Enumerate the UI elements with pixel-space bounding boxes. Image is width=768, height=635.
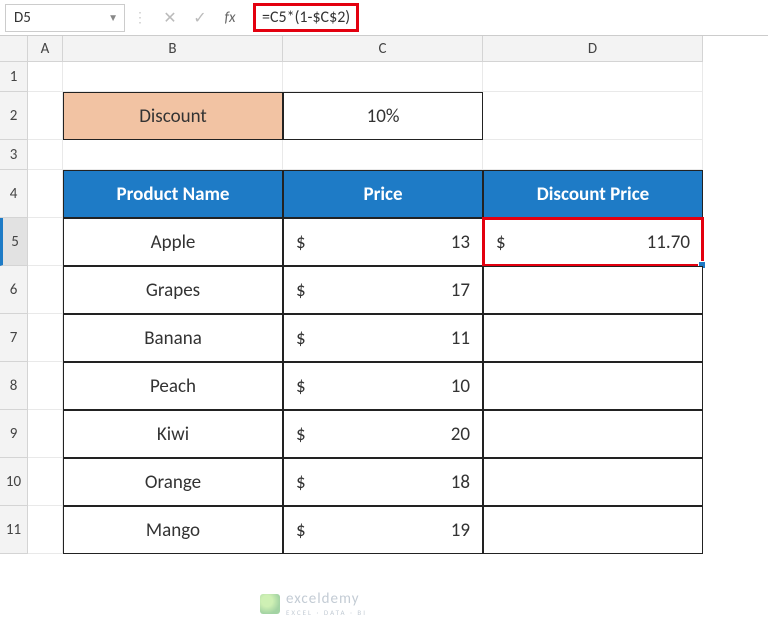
- cell-b3[interactable]: [63, 140, 283, 170]
- cell-d8[interactable]: [483, 362, 703, 410]
- watermark-tagline: EXCEL · DATA · BI: [286, 608, 367, 617]
- header-price[interactable]: Price: [283, 170, 483, 218]
- name-box[interactable]: D5 ▼: [5, 4, 125, 32]
- row-header-3[interactable]: 3: [0, 140, 28, 170]
- cell-d2[interactable]: [483, 92, 703, 140]
- product-row-3[interactable]: Banana: [63, 314, 283, 362]
- enter-icon[interactable]: ✓: [185, 8, 215, 28]
- price-row-4[interactable]: $ 10: [283, 362, 483, 410]
- cell-a1[interactable]: [28, 62, 63, 92]
- row-header-10[interactable]: 10: [0, 458, 28, 506]
- price-value: 20: [451, 423, 470, 446]
- cell-a9[interactable]: [28, 410, 63, 458]
- price-row-6[interactable]: $ 18: [283, 458, 483, 506]
- cell-b1[interactable]: [63, 62, 283, 92]
- spreadsheet-grid[interactable]: A B C D 1 2 Discount 10% 3 4 Product Nam…: [0, 36, 768, 554]
- separator: ⋮: [125, 9, 155, 26]
- product-row-4[interactable]: Peach: [63, 362, 283, 410]
- select-all-corner[interactable]: [0, 36, 28, 62]
- watermark-logo-icon: [260, 594, 280, 614]
- cell-d1[interactable]: [483, 62, 703, 92]
- cell-a3[interactable]: [28, 140, 63, 170]
- row-header-7[interactable]: 7: [0, 314, 28, 362]
- dropdown-icon[interactable]: ▼: [108, 11, 118, 24]
- col-header-a[interactable]: A: [28, 36, 63, 62]
- col-header-c[interactable]: C: [283, 36, 483, 62]
- row-header-1[interactable]: 1: [0, 62, 28, 92]
- fx-icon[interactable]: fx: [215, 9, 245, 27]
- formula-input[interactable]: =C5*(1-$C$2): [245, 4, 763, 32]
- cell-a4[interactable]: [28, 170, 63, 218]
- watermark-name: exceldemy: [286, 590, 367, 608]
- currency-symbol: $: [296, 519, 306, 542]
- cell-d10[interactable]: [483, 458, 703, 506]
- price-row-5[interactable]: $ 20: [283, 410, 483, 458]
- price-value: 13: [451, 231, 470, 254]
- product-row-2[interactable]: Grapes: [63, 266, 283, 314]
- formula-bar: D5 ▼ ⋮ ✕ ✓ fx =C5*(1-$C$2): [0, 0, 768, 36]
- row-header-5[interactable]: 5: [0, 218, 28, 266]
- currency-symbol: $: [296, 423, 306, 446]
- name-box-value: D5: [14, 9, 31, 27]
- row-header-11[interactable]: 11: [0, 506, 28, 554]
- cell-d3[interactable]: [483, 140, 703, 170]
- price-row-1[interactable]: $ 13: [283, 218, 483, 266]
- price-value: 10: [451, 375, 470, 398]
- currency-symbol: $: [296, 279, 306, 302]
- price-row-7[interactable]: $ 19: [283, 506, 483, 554]
- cell-d9[interactable]: [483, 410, 703, 458]
- cell-c1[interactable]: [283, 62, 483, 92]
- cell-a2[interactable]: [28, 92, 63, 140]
- watermark: exceldemy EXCEL · DATA · BI: [260, 590, 367, 617]
- discount-price-value: 11.70: [647, 231, 690, 254]
- cell-a11[interactable]: [28, 506, 63, 554]
- discount-label[interactable]: Discount: [63, 92, 283, 140]
- cell-a6[interactable]: [28, 266, 63, 314]
- row-header-2[interactable]: 2: [0, 92, 28, 140]
- currency-symbol: $: [296, 327, 306, 350]
- currency-symbol: $: [296, 375, 306, 398]
- product-row-6[interactable]: Orange: [63, 458, 283, 506]
- currency-symbol: $: [296, 471, 306, 494]
- col-header-b[interactable]: B: [63, 36, 283, 62]
- product-row-5[interactable]: Kiwi: [63, 410, 283, 458]
- cell-d11[interactable]: [483, 506, 703, 554]
- row-header-8[interactable]: 8: [0, 362, 28, 410]
- cell-a10[interactable]: [28, 458, 63, 506]
- cancel-icon[interactable]: ✕: [155, 8, 185, 28]
- cell-a7[interactable]: [28, 314, 63, 362]
- cell-a5[interactable]: [28, 218, 63, 266]
- price-value: 19: [451, 519, 470, 542]
- product-row-1[interactable]: Apple: [63, 218, 283, 266]
- discount-label-text: Discount: [139, 105, 207, 128]
- price-value: 18: [451, 471, 470, 494]
- discount-value-cell[interactable]: 10%: [283, 92, 483, 140]
- price-row-2[interactable]: $ 17: [283, 266, 483, 314]
- currency-symbol: $: [296, 231, 306, 254]
- cell-a8[interactable]: [28, 362, 63, 410]
- row-header-4[interactable]: 4: [0, 170, 28, 218]
- cell-d6[interactable]: [483, 266, 703, 314]
- currency-symbol: $: [496, 231, 506, 254]
- cell-c3[interactable]: [283, 140, 483, 170]
- header-product[interactable]: Product Name: [63, 170, 283, 218]
- formula-text: =C5*(1-$C$2): [253, 3, 359, 32]
- row-header-9[interactable]: 9: [0, 410, 28, 458]
- col-header-d[interactable]: D: [483, 36, 703, 62]
- discount-value: 10%: [367, 105, 400, 128]
- price-row-3[interactable]: $ 11: [283, 314, 483, 362]
- discount-price-row-1[interactable]: $ 11.70: [483, 218, 703, 266]
- row-header-6[interactable]: 6: [0, 266, 28, 314]
- price-value: 11: [451, 327, 470, 350]
- product-row-7[interactable]: Mango: [63, 506, 283, 554]
- cell-d7[interactable]: [483, 314, 703, 362]
- header-discount-price[interactable]: Discount Price: [483, 170, 703, 218]
- price-value: 17: [451, 279, 470, 302]
